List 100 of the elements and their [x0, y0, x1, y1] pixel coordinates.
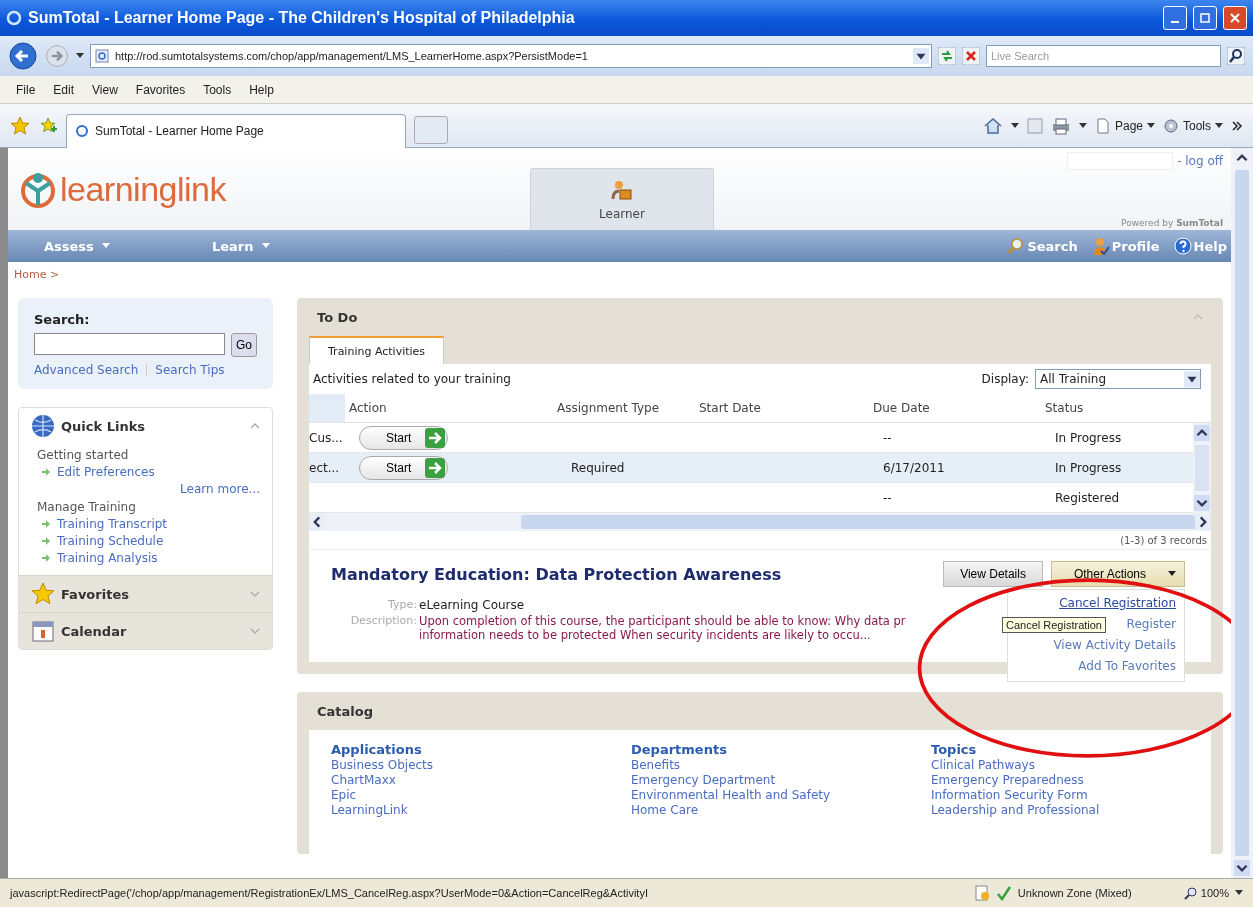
- catalog-link[interactable]: Clinical Pathways: [931, 758, 1189, 772]
- go-button[interactable]: Go: [231, 333, 257, 357]
- person-icon: [610, 178, 634, 203]
- scroll-up-icon[interactable]: [1194, 425, 1210, 441]
- help-icon: [1173, 237, 1192, 255]
- catalog-link[interactable]: Emergency Preparedness: [931, 773, 1189, 787]
- quick-link[interactable]: Edit Preferences: [57, 465, 155, 479]
- display-label: Display:: [981, 372, 1029, 386]
- caret-icon: [261, 243, 270, 249]
- table-cell: In Progress: [1055, 430, 1122, 445]
- dropdown-icon[interactable]: [913, 48, 929, 64]
- caret-icon: [1215, 122, 1223, 129]
- catalog-link[interactable]: LearningLink: [331, 803, 631, 817]
- start-button[interactable]: Start: [359, 455, 449, 480]
- browser-logo-icon: [6, 10, 22, 26]
- catalog-link[interactable]: ChartMaxx: [331, 773, 631, 787]
- caret-icon[interactable]: [76, 53, 84, 59]
- command-menu[interactable]: Tools: [1163, 117, 1223, 134]
- menu-item[interactable]: File: [16, 82, 36, 97]
- home-icon[interactable]: [982, 115, 1003, 136]
- minimize-button[interactable]: [1163, 6, 1187, 30]
- catalog-link[interactable]: Information Security Form: [931, 788, 1189, 802]
- caret-icon: [101, 243, 110, 249]
- learn-more-link[interactable]: Learn more...: [180, 482, 260, 496]
- column-header[interactable]: Status: [1041, 401, 1211, 415]
- breadcrumb[interactable]: Home >: [14, 267, 60, 281]
- catalog-link[interactable]: Home Care: [631, 803, 931, 817]
- table-cell: In Progress: [1055, 460, 1122, 475]
- search-link[interactable]: Search Tips: [155, 363, 225, 377]
- menu-item[interactable]: Favorites: [135, 82, 186, 97]
- start-button[interactable]: Start: [359, 425, 449, 450]
- menu-item[interactable]: View: [92, 82, 118, 97]
- search-link[interactable]: Advanced Search: [34, 363, 139, 377]
- column-header[interactable]: Assignment Type: [521, 401, 695, 415]
- scrollbar[interactable]: [1231, 148, 1253, 878]
- quick-link[interactable]: Training Transcript: [57, 517, 168, 531]
- menu-item[interactable]: Tools: [203, 82, 232, 97]
- quick-link[interactable]: Training Schedule: [57, 534, 164, 548]
- menu-item[interactable]: Add To Favorites: [1078, 659, 1176, 673]
- catalog-link[interactable]: Environmental Health and Safety: [631, 788, 931, 802]
- display-dropdown[interactable]: All Training: [1035, 369, 1201, 389]
- back-icon[interactable]: [8, 41, 38, 71]
- field-label: Description:: [350, 614, 417, 629]
- column-header[interactable]: Due Date: [869, 401, 1041, 415]
- close-icon: [1230, 13, 1240, 23]
- refresh-icon[interactable]: [938, 47, 956, 65]
- magnifier-icon: [1183, 886, 1198, 900]
- menu-item[interactable]: View Activity Details: [1053, 638, 1176, 652]
- scroll-down-icon[interactable]: [1234, 860, 1250, 876]
- menu-item[interactable]: Register: [1126, 617, 1176, 631]
- zoom-control[interactable]: 100%: [1183, 886, 1229, 900]
- scrollbar[interactable]: [309, 513, 1211, 531]
- search-field[interactable]: [34, 333, 225, 355]
- search-field[interactable]: Live Search: [986, 45, 1221, 67]
- catalog-link[interactable]: Business Objects: [331, 758, 631, 772]
- table-cell: ect...: [309, 460, 340, 475]
- panel-title[interactable]: Quick Links: [61, 418, 146, 434]
- stop-icon[interactable]: [962, 47, 980, 65]
- catalog-link[interactable]: Benefits: [631, 758, 931, 772]
- category-heading[interactable]: Topics: [931, 742, 1189, 757]
- caret-icon[interactable]: [1078, 122, 1087, 129]
- catalog-link[interactable]: Epic: [331, 788, 631, 802]
- scroll-left-icon[interactable]: [309, 514, 325, 530]
- log-off-link[interactable]: - log off: [1177, 154, 1223, 168]
- scroll-down-icon[interactable]: [1194, 495, 1210, 511]
- column-header[interactable]: Action: [345, 401, 521, 415]
- star-icon[interactable]: [10, 115, 30, 136]
- print-icon[interactable]: [1050, 115, 1071, 136]
- logo-text: learninglink: [60, 169, 226, 209]
- view-details-button[interactable]: View Details: [943, 561, 1043, 587]
- menu-item[interactable]: Edit: [53, 82, 75, 97]
- category-heading[interactable]: Departments: [631, 742, 931, 757]
- scroll-right-icon[interactable]: [1195, 514, 1211, 530]
- quick-link[interactable]: Training Analysis: [57, 551, 158, 565]
- search-icon[interactable]: [1227, 47, 1245, 65]
- browser-tab[interactable]: SumTotal - Learner Home Page: [66, 113, 406, 148]
- forward-icon[interactable]: [44, 43, 70, 69]
- page-icon: [95, 49, 109, 63]
- panel-title[interactable]: Calendar: [61, 623, 127, 639]
- scrollbar[interactable]: [1193, 423, 1211, 513]
- table-row[interactable]: ect... Start Required 6/17/2011 In Progress: [309, 453, 1193, 483]
- close-button[interactable]: [1223, 6, 1247, 30]
- menu-item[interactable]: Cancel Registration: [1059, 596, 1176, 610]
- maximize-button[interactable]: [1193, 6, 1217, 30]
- caret-icon[interactable]: [1010, 122, 1019, 129]
- catalog-link[interactable]: Leadership and Professional: [931, 803, 1189, 817]
- caption: Activities related to your training: [313, 372, 511, 386]
- menu-item[interactable]: Help: [249, 82, 274, 97]
- learner-tab[interactable]: Learner: [530, 168, 714, 230]
- chevron-icon[interactable]: [1231, 119, 1243, 132]
- column-header[interactable]: Start Date: [695, 401, 869, 415]
- caret-icon[interactable]: [1235, 890, 1243, 896]
- category-heading[interactable]: Applications: [331, 742, 631, 757]
- tab[interactable]: Training Activities: [309, 336, 445, 364]
- command-menu[interactable]: Page: [1094, 117, 1155, 134]
- panel-title[interactable]: Favorites: [61, 586, 129, 602]
- group-title: Manage Training: [37, 500, 137, 514]
- address-field[interactable]: http://rod.sumtotalsystems.com/chop/app/management/LMS_LearnerHome.aspx?PersistMode=1: [90, 44, 932, 68]
- catalog-link[interactable]: Emergency Department: [631, 773, 931, 787]
- browser-logo-icon: [75, 124, 89, 138]
